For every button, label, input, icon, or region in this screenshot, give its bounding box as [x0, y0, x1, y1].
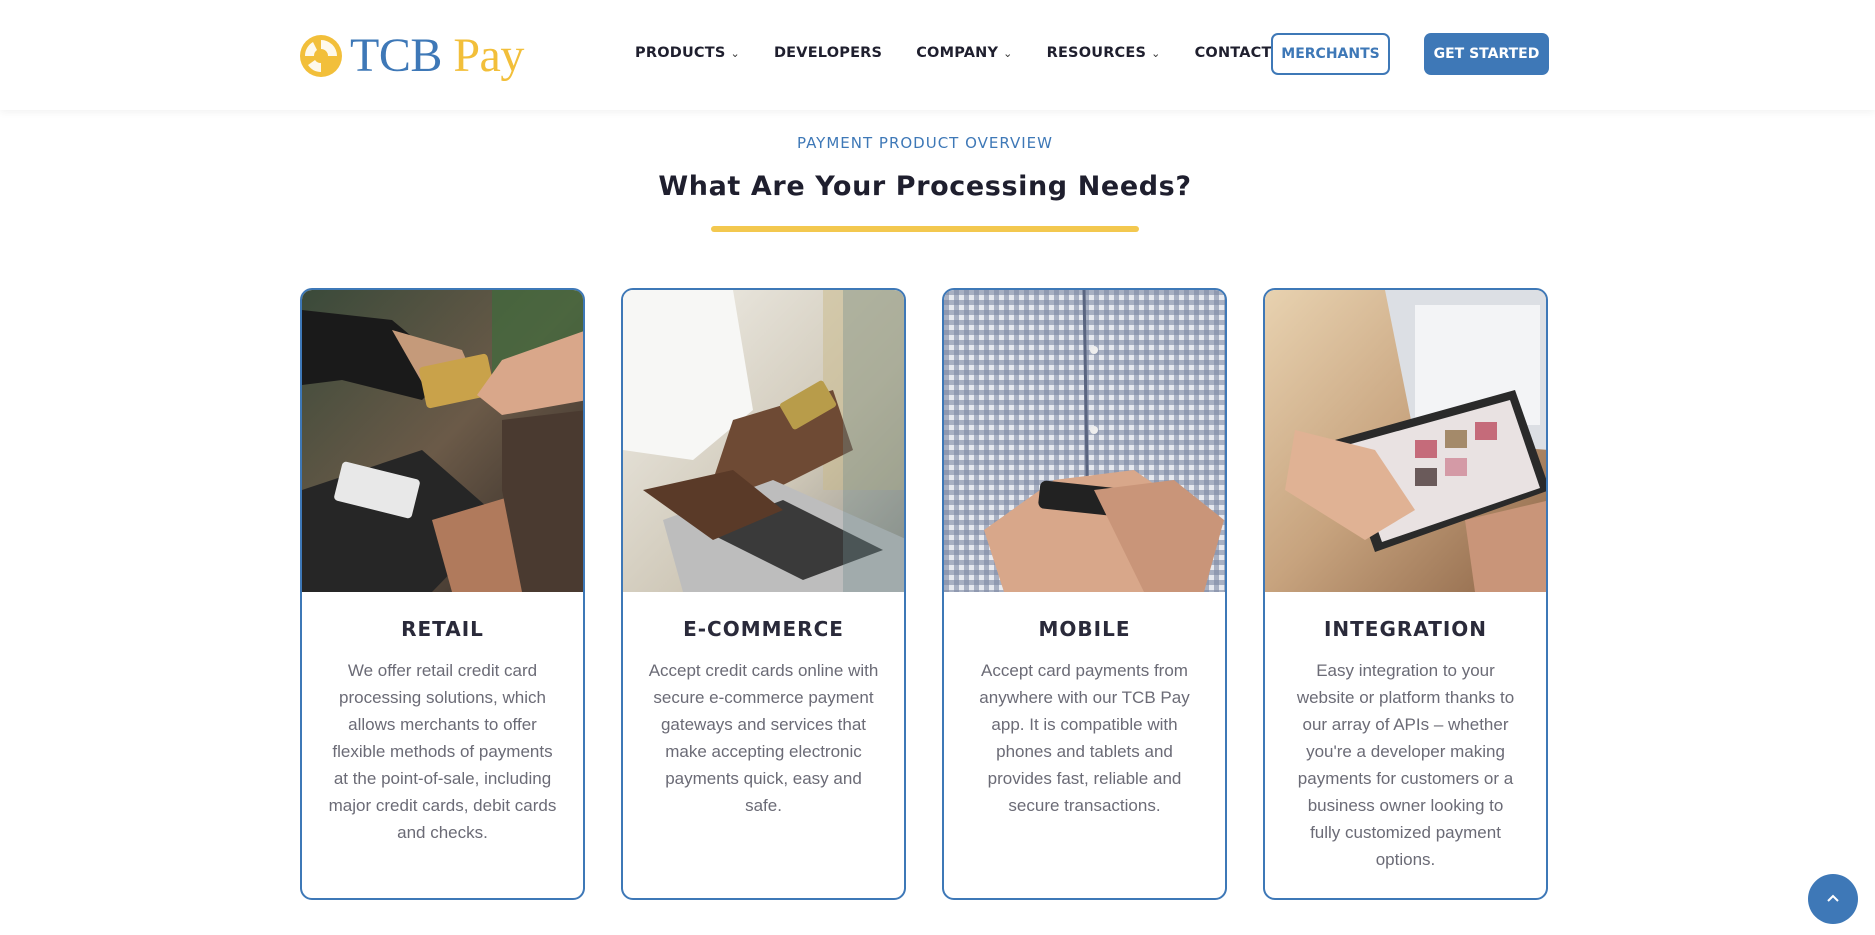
mobile-photo — [944, 290, 1225, 592]
nav-contact-label: CONTACT — [1194, 45, 1272, 61]
nav-developers[interactable]: DEVELOPERS — [774, 40, 882, 66]
card-mobile[interactable]: MOBILE Accept card payments from anywher… — [942, 288, 1227, 900]
chevron-up-icon — [1827, 894, 1839, 902]
main-nav: PRODUCTS ⌄ DEVELOPERS COMPANY ⌄ RESOURCE… — [635, 40, 1306, 66]
card-retail[interactable]: RETAIL We offer retail credit card proce… — [300, 288, 585, 900]
brand-name-pay: Pay — [453, 29, 524, 82]
chevron-down-icon: ⌄ — [1003, 46, 1013, 60]
brand-name-tcb: TCB — [350, 29, 442, 82]
section-title: What Are Your Processing Needs? — [658, 171, 1192, 202]
card-ecommerce[interactable]: E-COMMERCE Accept credit cards online wi… — [621, 288, 906, 900]
nav-products[interactable]: PRODUCTS ⌄ — [635, 40, 740, 66]
card-title: INTEGRATION — [1323, 617, 1488, 641]
card-title: E-COMMERCE — [683, 617, 844, 641]
brand-wordmark: TCB Pay — [350, 32, 524, 80]
chevron-down-icon: ⌄ — [1151, 46, 1161, 60]
nav-contact[interactable]: CONTACT — [1195, 40, 1272, 66]
card-title: MOBILE — [1038, 617, 1131, 641]
title-underline — [711, 226, 1139, 232]
card-integration[interactable]: INTEGRATION Easy integration to your web… — [1263, 288, 1548, 900]
card-description: Easy integration to your website or plat… — [1296, 661, 1515, 869]
card-description: We offer retail credit card processing s… — [328, 661, 557, 842]
logo-mark-icon — [300, 35, 342, 77]
retail-photo — [302, 290, 583, 592]
nav-resources[interactable]: RESOURCES ⌄ — [1047, 40, 1161, 66]
get-started-button[interactable]: GET STARTED — [1424, 33, 1549, 75]
nav-products-label: PRODUCTS — [635, 45, 726, 61]
card-title: RETAIL — [401, 617, 484, 641]
card-description: Accept card payments from anywhere with … — [979, 661, 1190, 815]
nav-company-label: COMPANY — [916, 45, 999, 61]
nav-resources-label: RESOURCES — [1046, 45, 1147, 61]
ecommerce-photo — [623, 290, 904, 592]
nav-developers-label: DEVELOPERS — [773, 45, 883, 61]
section-eyebrow: PAYMENT PRODUCT OVERVIEW — [796, 134, 1053, 152]
chevron-down-icon: ⌄ — [730, 46, 740, 60]
merchants-button[interactable]: MERCHANTS — [1271, 33, 1390, 75]
card-description: Accept credit cards online with secure e… — [648, 661, 879, 815]
scroll-to-top-button[interactable] — [1808, 874, 1858, 924]
site-header: TCB Pay PRODUCTS ⌄ DEVELOPERS COMPANY ⌄ … — [0, 0, 1875, 110]
integration-photo — [1265, 290, 1546, 592]
nav-company[interactable]: COMPANY ⌄ — [916, 40, 1012, 66]
brand-logo[interactable]: TCB Pay — [298, 28, 524, 84]
